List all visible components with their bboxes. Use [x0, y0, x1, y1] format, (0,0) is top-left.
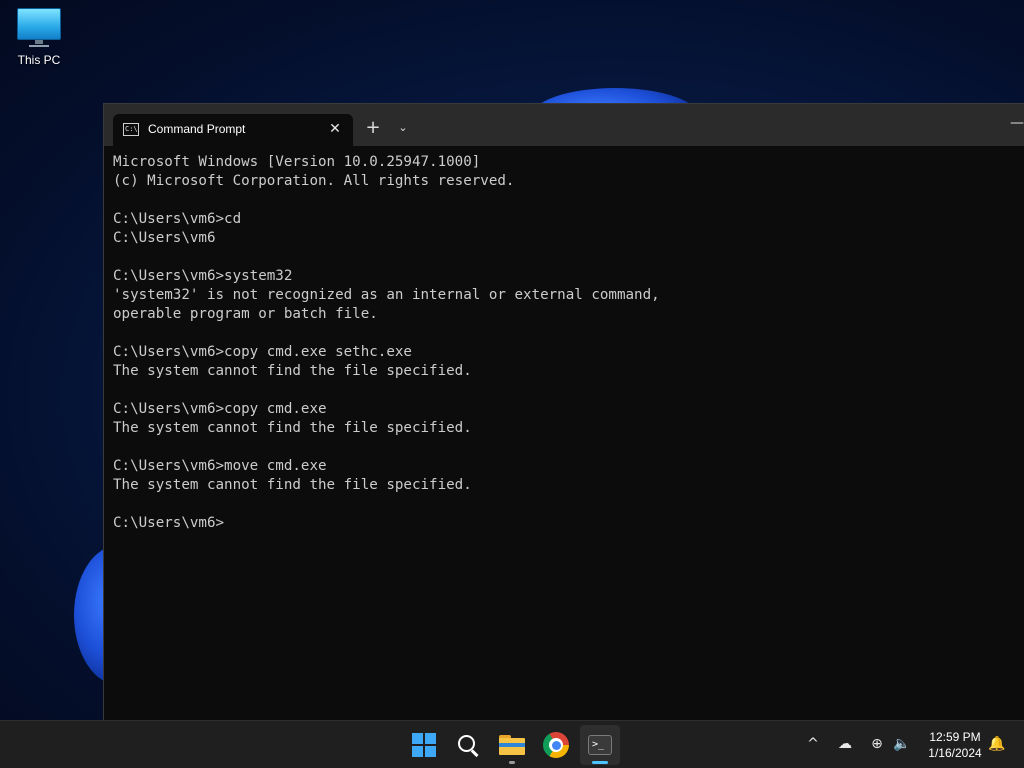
network-icon[interactable]: ⊕ — [866, 733, 888, 755]
clock[interactable]: 12:59 PM 1/16/2024 — [918, 729, 992, 761]
tab-dropdown-chevron-icon[interactable]: ⌄ — [394, 117, 412, 139]
this-pc-icon — [17, 8, 61, 44]
file-explorer-icon — [499, 735, 525, 755]
console-output[interactable]: Microsoft Windows [Version 10.0.25947.10… — [113, 153, 1013, 708]
clock-time: 12:59 PM — [929, 730, 981, 744]
console-line: C:\Users\vm6>system32 — [113, 268, 293, 284]
title-bar[interactable]: C:\ Command Prompt ✕ + ⌄ — — [104, 104, 1024, 146]
console-line: The system cannot find the file specifie… — [113, 477, 472, 493]
desktop: This PC C:\ Command Prompt ✕ + ⌄ — Micro… — [0, 0, 1024, 720]
active-indicator — [592, 761, 608, 764]
terminal-window: C:\ Command Prompt ✕ + ⌄ — Microsoft Win… — [103, 103, 1024, 720]
console-line: (c) Microsoft Corporation. All rights re… — [113, 173, 515, 189]
console-line: 'system32' is not recognized as an inter… — [113, 287, 660, 303]
terminal-button[interactable]: >_ — [580, 725, 620, 765]
console-line: C:\Users\vm6> — [113, 515, 225, 531]
tab-title: Command Prompt — [148, 122, 246, 136]
onedrive-cloud-icon[interactable]: ☁ — [834, 733, 856, 755]
search-icon — [457, 734, 479, 756]
clock-date: 1/16/2024 — [928, 746, 982, 760]
console-line: C:\Users\vm6>cd — [113, 211, 242, 227]
console-line: Microsoft Windows [Version 10.0.25947.10… — [113, 154, 481, 170]
minimize-button[interactable]: — — [1010, 116, 1024, 132]
console-line: The system cannot find the file specifie… — [113, 363, 472, 379]
terminal-icon: >_ — [588, 735, 612, 755]
console-line: operable program or batch file. — [113, 306, 378, 322]
tab-command-prompt[interactable]: C:\ Command Prompt ✕ — [113, 114, 353, 146]
search-button[interactable] — [448, 725, 488, 765]
close-tab-button[interactable]: ✕ — [325, 119, 345, 139]
chrome-icon — [543, 732, 569, 758]
console-line: C:\Users\vm6>copy cmd.exe sethc.exe — [113, 344, 412, 360]
file-explorer-button[interactable] — [492, 725, 532, 765]
show-hidden-icons-chevron-icon[interactable]: ^ — [802, 733, 824, 755]
notification-bell-icon[interactable]: 🔔 — [986, 733, 1008, 755]
console-line: C:\Users\vm6>move cmd.exe — [113, 458, 327, 474]
new-tab-button[interactable]: + — [362, 117, 384, 139]
console-line: C:\Users\vm6>copy cmd.exe — [113, 401, 327, 417]
console-line: The system cannot find the file specifie… — [113, 420, 472, 436]
cmd-icon: C:\ — [123, 123, 139, 136]
volume-muted-icon[interactable]: 🔈 — [891, 733, 913, 755]
running-indicator — [509, 761, 515, 764]
taskbar: >_ ^ ☁ ⊕ 🔈 12:59 PM 1/16/2024 🔔 — [0, 720, 1024, 768]
desktop-icon-this-pc[interactable]: This PC — [10, 8, 68, 78]
desktop-icon-label: This PC — [17, 53, 61, 67]
start-icon — [412, 733, 436, 757]
chrome-button[interactable] — [536, 725, 576, 765]
console-line: C:\Users\vm6 — [113, 230, 216, 246]
start-button[interactable] — [404, 725, 444, 765]
